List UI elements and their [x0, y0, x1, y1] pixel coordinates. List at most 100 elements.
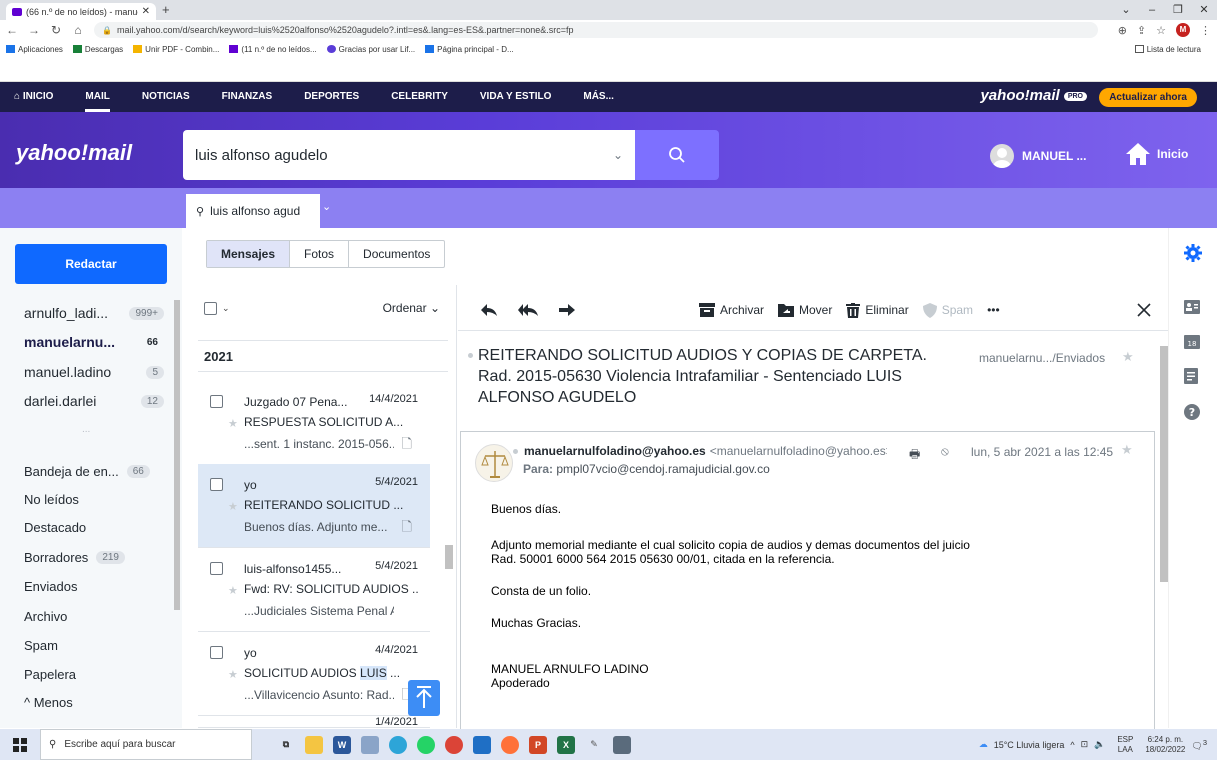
browser-menu-icon[interactable]: ⋮: [1200, 24, 1211, 37]
taskbar-search-input[interactable]: ⚲ Escribe aquí para buscar: [40, 729, 252, 760]
language-indicator[interactable]: ESP LAA: [1111, 735, 1133, 755]
yahoo-mail-logo[interactable]: yahoo!mail: [16, 140, 132, 166]
calendar-icon[interactable]: 18: [1184, 334, 1200, 352]
sidebar-folder-spam[interactable]: Spam: [24, 634, 174, 656]
nav-finanzas[interactable]: FINANZAS: [222, 82, 273, 112]
message-folder-path[interactable]: manuelarnu.../Enviados: [979, 351, 1105, 365]
sidebar-account[interactable]: manuelarnu... 66: [24, 331, 174, 353]
network-icon[interactable]: ⊡: [1081, 739, 1089, 750]
sidebar-less-toggle[interactable]: ^ Menos: [24, 691, 174, 713]
bookmark-item[interactable]: (11 n.º de no leídos...: [229, 45, 317, 54]
task-view-icon[interactable]: ⧉: [277, 736, 295, 754]
sidebar-folder-archive[interactable]: Archivo: [24, 605, 174, 627]
reply-all-button[interactable]: [517, 303, 544, 317]
sidebar-scrollbar[interactable]: [174, 288, 180, 728]
close-tab-icon[interactable]: ✕: [142, 6, 150, 17]
tab-search-icon[interactable]: ⌄: [1113, 0, 1139, 20]
help-icon[interactable]: ?: [1184, 404, 1200, 423]
move-button[interactable]: Mover: [778, 303, 832, 317]
tab-photos[interactable]: Fotos: [290, 241, 350, 267]
list-item[interactable]: ★ yo 4/4/2021 SOLICITUD AUDIOS LUIS ... …: [198, 632, 430, 716]
forward-button[interactable]: [558, 303, 581, 317]
zoom-icon[interactable]: ⊕: [1118, 24, 1127, 37]
more-actions-button[interactable]: •••: [987, 303, 1000, 317]
list-scrollbar[interactable]: [445, 373, 453, 728]
excel-icon[interactable]: X: [557, 735, 575, 754]
paperclip-icon[interactable]: ⦸: [941, 444, 949, 459]
select-all-checkbox[interactable]: [204, 301, 217, 315]
home-icon[interactable]: ⌂: [72, 23, 84, 37]
powerpoint-icon[interactable]: P: [529, 735, 547, 754]
list-item[interactable]: ★ Juzgado 07 Pena... 14/4/2021 RESPUESTA…: [198, 381, 430, 465]
scrollbar-thumb[interactable]: [445, 545, 453, 569]
sort-button[interactable]: Ordenar ⌄: [383, 301, 440, 315]
tab-messages[interactable]: Mensajes: [207, 241, 291, 267]
sender-name[interactable]: manuelarnulfoladino@yahoo.es: [524, 444, 706, 458]
clock[interactable]: 6:24 p. m. 18/02/2022: [1139, 735, 1185, 755]
chrome-icon[interactable]: [445, 735, 463, 754]
weather-text[interactable]: 15°C Lluvia ligera: [994, 740, 1065, 750]
media-player-icon[interactable]: [473, 735, 491, 754]
star-icon[interactable]: ★: [1121, 442, 1133, 458]
chevron-up-icon[interactable]: ^: [1070, 740, 1074, 750]
sidebar-folder-trash[interactable]: Papelera: [24, 663, 174, 685]
nav-noticias[interactable]: NOTICIAS: [142, 82, 190, 112]
gear-icon[interactable]: [1184, 244, 1202, 265]
nav-celebrity[interactable]: CELEBRITY: [391, 82, 448, 112]
list-item[interactable]: 1/4/2021: [198, 716, 430, 728]
delete-button[interactable]: Eliminar: [846, 302, 909, 318]
minimize-icon[interactable]: –: [1139, 0, 1165, 20]
upgrade-button[interactable]: Actualizar ahora: [1099, 88, 1197, 107]
search-button[interactable]: [635, 130, 719, 180]
sidebar-folder-drafts[interactable]: Borradores 219: [24, 546, 174, 568]
paint-icon[interactable]: ✎: [585, 736, 603, 754]
bookmark-star-icon[interactable]: ☆: [1156, 24, 1166, 37]
message-checkbox[interactable]: [210, 562, 223, 575]
notepad-app-icon[interactable]: [361, 735, 379, 754]
recipient-email[interactable]: pmpl07vcio@cendoj.ramajudicial.gov.co: [556, 462, 769, 476]
firefox-icon[interactable]: [501, 735, 519, 754]
bookmark-item[interactable]: Página principal - D...: [425, 45, 514, 54]
list-item[interactable]: ★ yo 5/4/2021 REITERANDO SOLICITUD ... B…: [198, 464, 430, 548]
compose-button[interactable]: Redactar: [15, 244, 167, 284]
user-menu[interactable]: MANUEL ...: [990, 144, 1086, 168]
restore-icon[interactable]: ❐: [1165, 0, 1191, 20]
calculator-icon[interactable]: [613, 735, 631, 754]
message-checkbox[interactable]: [210, 478, 223, 491]
back-icon[interactable]: ←: [6, 23, 18, 37]
scrollbar-thumb[interactable]: [1160, 346, 1168, 582]
volume-icon[interactable]: 🔈: [1094, 739, 1105, 750]
print-icon[interactable]: 🖶: [909, 445, 920, 466]
word-icon[interactable]: W: [333, 735, 351, 754]
sidebar-folder-starred[interactable]: Destacado: [24, 516, 174, 538]
new-tab-icon[interactable]: +: [162, 2, 170, 17]
sidebar-account[interactable]: manuel.ladino 5: [24, 361, 174, 383]
url-field[interactable]: 🔒 mail.yahoo.com/d/search/keyword=luis%2…: [94, 22, 1098, 38]
more-accounts-icon[interactable]: ...: [82, 424, 90, 435]
close-window-icon[interactable]: ✕: [1191, 0, 1217, 20]
nav-deportes[interactable]: DEPORTES: [304, 82, 359, 112]
sidebar-account[interactable]: arnulfo_ladi... 999+: [24, 302, 174, 324]
star-icon[interactable]: ★: [228, 417, 238, 430]
bookmark-item[interactable]: Gracias por usar Lif...: [326, 45, 415, 54]
forward-icon[interactable]: →: [28, 23, 40, 37]
notepad-icon[interactable]: [1184, 368, 1198, 387]
browser-tab[interactable]: (66 n.º de no leídos) - manuelarnu ✕: [6, 3, 156, 20]
star-icon[interactable]: ★: [228, 500, 238, 513]
reading-scrollbar[interactable]: [1158, 336, 1168, 728]
message-checkbox[interactable]: [210, 646, 223, 659]
nav-mas[interactable]: MÁS...: [583, 82, 614, 112]
windows-start-button[interactable]: [0, 729, 40, 760]
edge-icon[interactable]: [389, 735, 407, 754]
star-icon[interactable]: ★: [1122, 349, 1134, 365]
nav-vida-y-estilo[interactable]: VIDA Y ESTILO: [480, 82, 552, 112]
tab-documents[interactable]: Documentos: [349, 241, 444, 267]
reply-button[interactable]: [480, 303, 503, 317]
scroll-to-top-button[interactable]: [408, 680, 440, 716]
chevron-down-icon[interactable]: ⌄: [613, 148, 623, 162]
archive-button[interactable]: Archivar: [699, 303, 764, 317]
notifications-icon[interactable]: 🗨3: [1191, 738, 1207, 752]
whatsapp-icon[interactable]: [417, 735, 435, 754]
profile-avatar[interactable]: M: [1176, 23, 1190, 37]
bookmark-item[interactable]: Descargas: [72, 45, 123, 54]
